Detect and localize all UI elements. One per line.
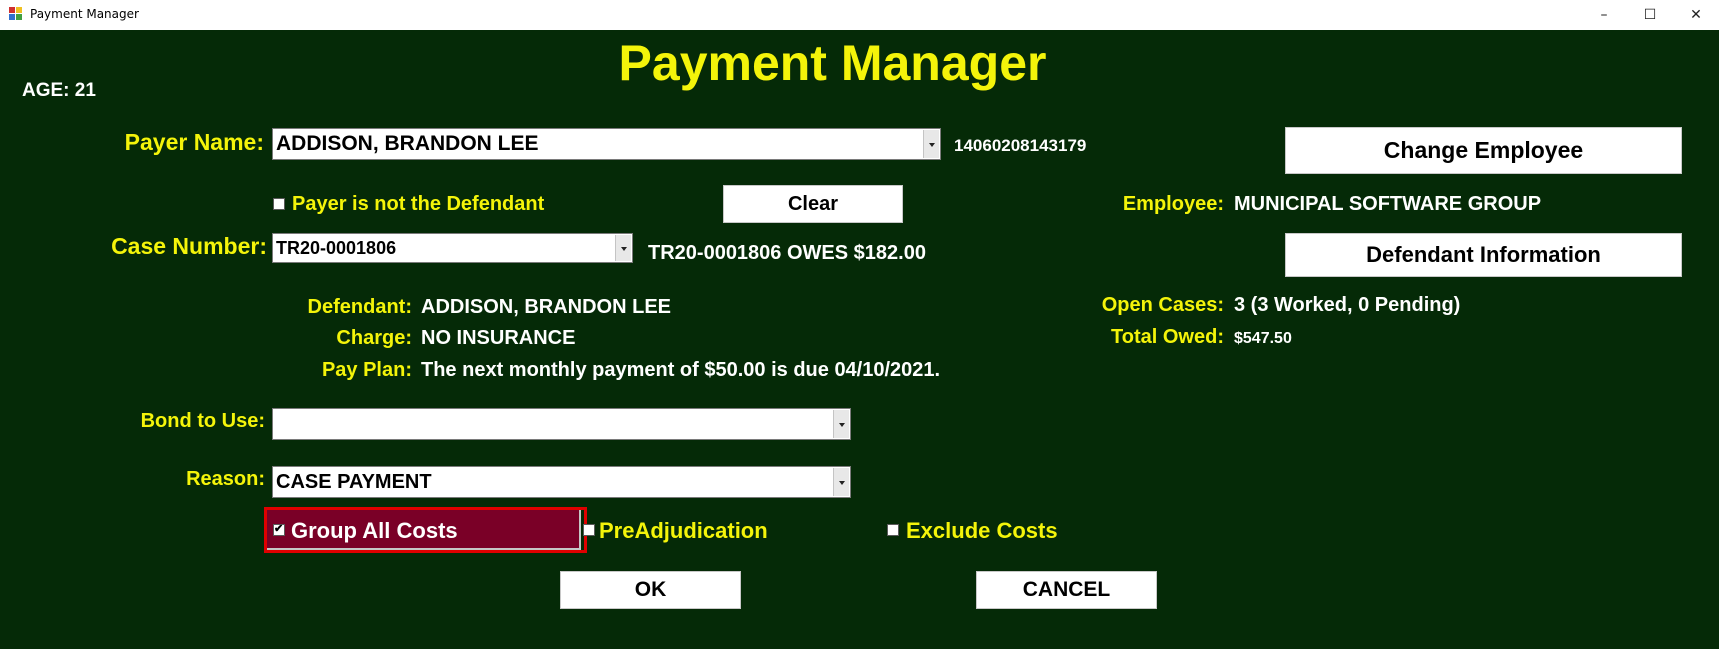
- charge-label: Charge:: [336, 327, 412, 349]
- pay-plan-value: The next monthly payment of $50.00 is du…: [421, 359, 941, 381]
- group-all-costs-label[interactable]: Group All Costs: [291, 518, 458, 544]
- case-number-value: TR20-0001806: [276, 238, 397, 258]
- page-title: Payment Manager: [618, 35, 1047, 91]
- age-label: AGE: 21: [22, 80, 96, 101]
- employee-label: Employee:: [1122, 193, 1224, 215]
- reason-label: Reason:: [186, 468, 265, 490]
- payer-id: 14060208143179: [954, 136, 1087, 155]
- group-all-costs-checkbox[interactable]: ✔: [273, 523, 285, 536]
- defendant-value: ADDISON, BRANDON LEE: [421, 296, 672, 318]
- dropdown-arrow-icon[interactable]: [833, 468, 849, 496]
- exclude-costs-checkbox[interactable]: [887, 524, 899, 536]
- preadjudication-label[interactable]: PreAdjudication: [599, 518, 768, 544]
- total-owed-value: $547.50: [1234, 330, 1292, 347]
- checkmark-icon: ✔: [274, 523, 284, 535]
- exclude-costs-label[interactable]: Exclude Costs: [906, 518, 1058, 544]
- maximize-button[interactable]: ☐: [1627, 0, 1673, 30]
- payer-name-value: ADDISON, BRANDON LEE: [276, 132, 539, 155]
- defendant-label: Defendant:: [307, 296, 412, 318]
- window-title: Payment Manager: [30, 7, 139, 21]
- payment-manager-form: Payment Manager AGE: 21 Payer Name: ADDI…: [0, 30, 1719, 649]
- payer-not-defendant-label[interactable]: Payer is not the Defendant: [292, 193, 544, 216]
- window-titlebar: Payment Manager – ☐ ✕: [0, 0, 1719, 30]
- preadjudication-checkbox[interactable]: [583, 524, 595, 536]
- payer-name-label: Payer Name:: [124, 129, 264, 155]
- defendant-information-button[interactable]: Defendant Information: [1285, 233, 1682, 277]
- change-employee-button[interactable]: Change Employee: [1285, 127, 1682, 174]
- payer-name-combobox[interactable]: ADDISON, BRANDON LEE: [272, 128, 941, 160]
- dropdown-arrow-icon[interactable]: [923, 130, 939, 158]
- case-owes-text: TR20-0001806 OWES $182.00: [648, 242, 926, 264]
- dropdown-arrow-icon[interactable]: [615, 235, 631, 261]
- app-icon: [9, 7, 23, 21]
- dropdown-arrow-icon[interactable]: [833, 410, 849, 438]
- pay-plan-label: Pay Plan:: [321, 359, 412, 381]
- bond-to-use-label: Bond to Use:: [140, 410, 265, 432]
- ok-button[interactable]: OK: [560, 571, 741, 609]
- reason-value: CASE PAYMENT: [276, 471, 432, 493]
- total-owed-label: Total Owed:: [1111, 326, 1224, 348]
- reason-combobox[interactable]: CASE PAYMENT: [272, 466, 851, 498]
- case-number-label: Case Number:: [111, 233, 267, 259]
- charge-value: NO INSURANCE: [421, 327, 576, 349]
- employee-value: MUNICIPAL SOFTWARE GROUP: [1234, 193, 1542, 215]
- clear-button[interactable]: Clear: [723, 185, 903, 223]
- bond-to-use-combobox[interactable]: [272, 408, 851, 440]
- case-number-combobox[interactable]: TR20-0001806: [272, 233, 633, 263]
- open-cases-label: Open Cases:: [1101, 294, 1224, 316]
- close-button[interactable]: ✕: [1673, 0, 1719, 30]
- cancel-button[interactable]: CANCEL: [976, 571, 1157, 609]
- open-cases-value: 3 (3 Worked, 0 Pending): [1234, 294, 1461, 316]
- minimize-button[interactable]: –: [1581, 0, 1627, 30]
- payer-not-defendant-checkbox[interactable]: [273, 198, 285, 210]
